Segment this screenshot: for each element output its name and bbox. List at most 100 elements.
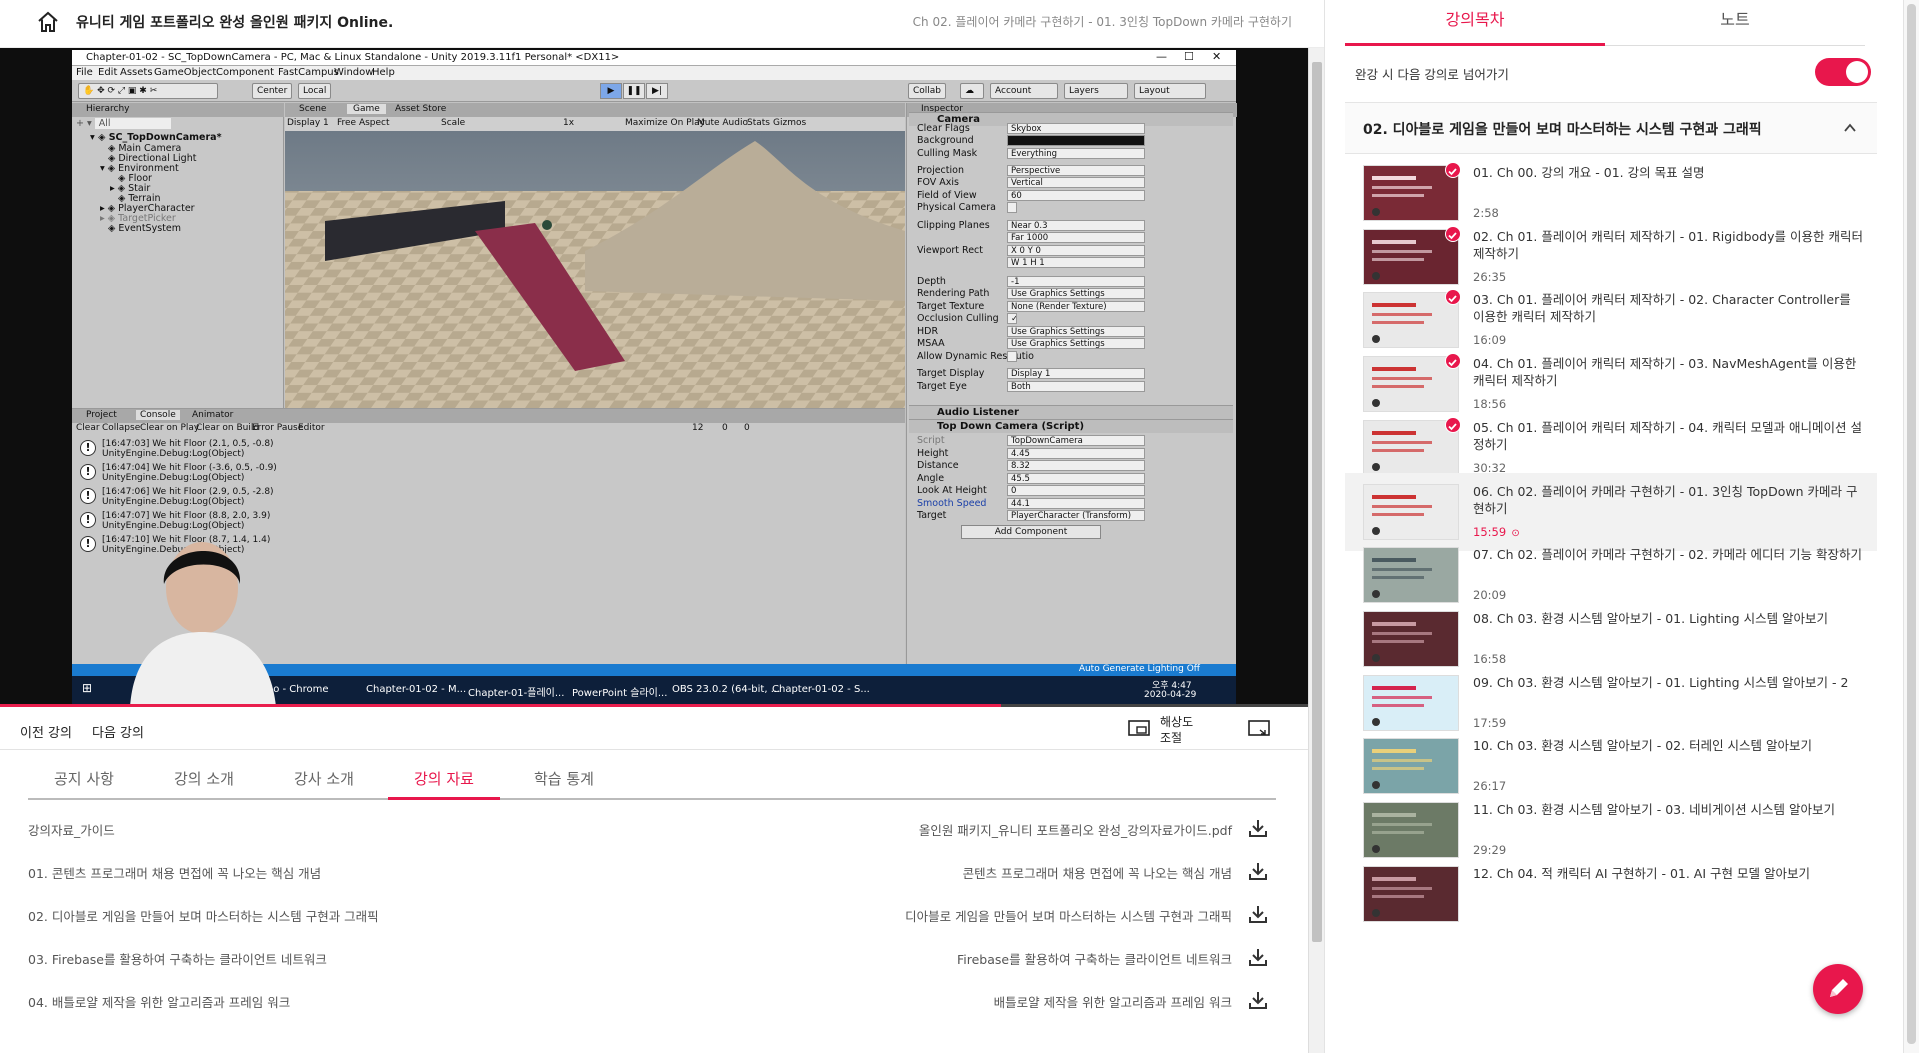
log-source: UnityEngine.Debug:Log(Object)	[102, 473, 245, 483]
download-icon[interactable]	[1248, 904, 1268, 924]
log-source: UnityEngine.Debug:Log(Object)	[102, 497, 245, 507]
script-value: 8.32	[1007, 460, 1145, 471]
warning-icon: !	[80, 536, 96, 552]
pencil-icon	[1830, 979, 1848, 997]
chevron-up-icon[interactable]	[1843, 121, 1857, 135]
scene-tab-bar: Scene Game Asset Store	[285, 103, 905, 117]
script-label: Angle	[917, 472, 945, 484]
inspector-label: Physical Camera	[917, 202, 996, 213]
toggle-knob	[1846, 61, 1868, 83]
menu-assets: Assets	[120, 67, 153, 78]
autoplay-toggle[interactable]	[1815, 58, 1871, 86]
tab-notice[interactable]: 공지 사항	[28, 764, 140, 800]
material-name: 04. 배틀로얄 제작을 위한 알고리즘과 프레임 워크	[28, 995, 291, 1010]
current-lecture-title: Ch 02. 플레이어 카메라 구현하기 - 01. 3인칭 TopDown 카…	[912, 15, 1292, 29]
tab-materials[interactable]: 강의 자료	[388, 764, 500, 800]
inspector-label: Rendering Path	[917, 288, 990, 299]
material-file-link[interactable]: 배틀로얄 제작을 위한 알고리즘과 프레임 워크	[994, 992, 1232, 1011]
script-value: 44.1	[1007, 497, 1145, 509]
inspector-value: Use Graphics Settings	[1007, 288, 1145, 299]
log-line: [16:47:06] We hit Floor (2.9, 0.5, -2.8)	[102, 487, 274, 497]
resolution-button[interactable]: 해상도 조절	[1160, 714, 1200, 746]
tab-course-intro[interactable]: 강의 소개	[148, 764, 260, 800]
page-scrollbar[interactable]	[1308, 48, 1324, 1053]
aspect-select: Free Aspect	[337, 118, 390, 128]
video-player[interactable]: Chapter-01-02 - SC_TopDownCamera - PC, M…	[0, 48, 1308, 707]
unity-menu-bar: File Edit Assets GameObject Component Fa…	[72, 66, 1236, 80]
lecture-title: 04. Ch 01. 플레이어 캐릭터 제작하기 - 03. NavMeshAg…	[1473, 356, 1857, 389]
expand-icon[interactable]	[1248, 720, 1270, 738]
tab-learning-stats[interactable]: 학습 통계	[508, 764, 620, 800]
lecture-thumbnail	[1363, 292, 1459, 349]
material-file-link[interactable]: 디아블로 게임을 만들어 보며 마스터하는 시스템 구현과 그래픽	[905, 906, 1232, 925]
console-log-row: ! [16:47:04] We hit Floor (-3.6, 0.5, -0.…	[72, 461, 762, 485]
inspector-value: Perspective	[1007, 165, 1145, 176]
console-tab-bar: Project Console Animator	[72, 409, 905, 423]
scrollbar-thumb[interactable]	[1907, 4, 1916, 1044]
lecture-thumbnail	[1363, 547, 1459, 604]
download-icon[interactable]	[1248, 818, 1268, 838]
script-value: 0	[1007, 485, 1145, 496]
download-icon[interactable]	[1248, 947, 1268, 967]
script-label: Distance	[917, 460, 959, 471]
inspector-label: Target Eye	[917, 381, 967, 392]
info-count: 0	[722, 423, 728, 433]
log-text: [16:47:06] We hit Floor (2.9, 0.5, -2.8)…	[102, 487, 274, 507]
video-progress-fill	[0, 704, 1001, 707]
lighting-status: Auto Generate Lighting Off	[1078, 664, 1200, 674]
resolution-icon[interactable]	[1128, 720, 1150, 738]
material-file-link[interactable]: 콘텐츠 프로그래머 채용 면접에 꼭 나오는 핵심 개념	[963, 863, 1232, 882]
material-file-link[interactable]: 올인원 패키지_유니티 포트폴리오 완성_강의자료가이드.pdf	[919, 820, 1232, 839]
inspector-value: -1	[1007, 276, 1145, 287]
lecture-item[interactable]: 12. Ch 04. 적 캐릭터 AI 구현하기 - 01. AI 구현 모델 …	[1345, 855, 1877, 933]
edit-note-button[interactable]	[1813, 964, 1863, 1014]
lecture-title: 03. Ch 01. 플레이어 캐릭터 제작하기 - 02. Character…	[1473, 292, 1851, 325]
tab-notes[interactable]: 노트	[1605, 8, 1865, 46]
tab-instructor-intro[interactable]: 강사 소개	[268, 764, 380, 800]
home-icon[interactable]	[36, 10, 60, 34]
log-source: UnityEngine.Debug:Log(Object)	[102, 449, 245, 459]
transform-tools: ✋ ✥ ⟳ ⤢ ▣ ✱ ✂	[78, 83, 218, 99]
inspector-label: Projection	[917, 165, 964, 176]
lecture-title: 07. Ch 02. 플레이어 카메라 구현하기 - 02. 카메라 에디터 기…	[1473, 547, 1863, 563]
lecture-title: 08. Ch 03. 환경 시스템 알아보기 - 01. Lighting 시스…	[1473, 610, 1829, 626]
menu-component: Component	[216, 67, 275, 78]
add-component-button: Add Component	[961, 525, 1101, 539]
inspector-label: Background	[917, 135, 974, 146]
inspector-value: Far 1000	[1007, 232, 1145, 243]
download-icon[interactable]	[1248, 990, 1268, 1010]
scrollbar-thumb[interactable]	[1312, 62, 1322, 942]
hierarchy-search: All	[94, 118, 171, 129]
inspector-value	[1007, 351, 1017, 362]
video-progress-bar[interactable]	[0, 704, 1308, 707]
maximize-on-play: Maximize On Play	[625, 118, 705, 128]
inspector-panel: Inspector Camera Clear Flags Skybox Backgr…	[906, 103, 1237, 668]
lecture-title: 05. Ch 01. 플레이어 캐릭터 제작하기 - 04. 캐릭터 모델과 애…	[1473, 419, 1863, 452]
sidebar-scrollbar[interactable]	[1903, 0, 1919, 1053]
completed-check-icon	[1445, 225, 1461, 242]
tab-curriculum[interactable]: 강의목차	[1345, 8, 1605, 46]
unity-window-title: Chapter-01-02 - SC_TopDownCamera - PC, M…	[86, 52, 620, 63]
lecture-thumbnail	[1363, 483, 1459, 540]
script-label: Target	[917, 510, 947, 521]
next-lecture-button[interactable]: 다음 강의	[92, 722, 144, 741]
section-header[interactable]: 02. 디아블로 게임을 만들어 보며 마스터하는 시스템 구현과 그래픽	[1345, 102, 1877, 154]
lecture-thumbnail	[1363, 419, 1459, 476]
inspector-value: W 1 H 1	[1007, 257, 1145, 268]
inspector-label: Target Display	[917, 368, 985, 379]
inspector-label: Clear Flags	[917, 123, 970, 134]
material-file-link[interactable]: Firebase를 활용하여 구축하는 클라이언트 네트워크	[957, 949, 1232, 968]
inspector-value: 60	[1007, 190, 1145, 201]
console-log-row: ! [16:47:03] We hit Floor (2.1, 0.5, -0.8…	[72, 437, 762, 461]
close-icon: ✕	[1212, 50, 1222, 63]
inspector-label: Culling Mask	[917, 148, 978, 159]
lecture-thumbnail	[1363, 610, 1459, 667]
lecture-title: 09. Ch 03. 환경 시스템 알아보기 - 01. Lighting 시스…	[1473, 674, 1849, 690]
download-icon[interactable]	[1248, 861, 1268, 881]
inspector-value	[1007, 135, 1145, 146]
inspector-label: Viewport Rect	[917, 245, 984, 256]
inspector-label: Clipping Planes	[917, 220, 990, 231]
prev-lecture-button[interactable]: 이전 강의	[20, 722, 72, 741]
inspector-label: HDR	[917, 326, 939, 337]
player-controls: 이전 강의 다음 강의 해상도 조절	[0, 710, 1308, 750]
